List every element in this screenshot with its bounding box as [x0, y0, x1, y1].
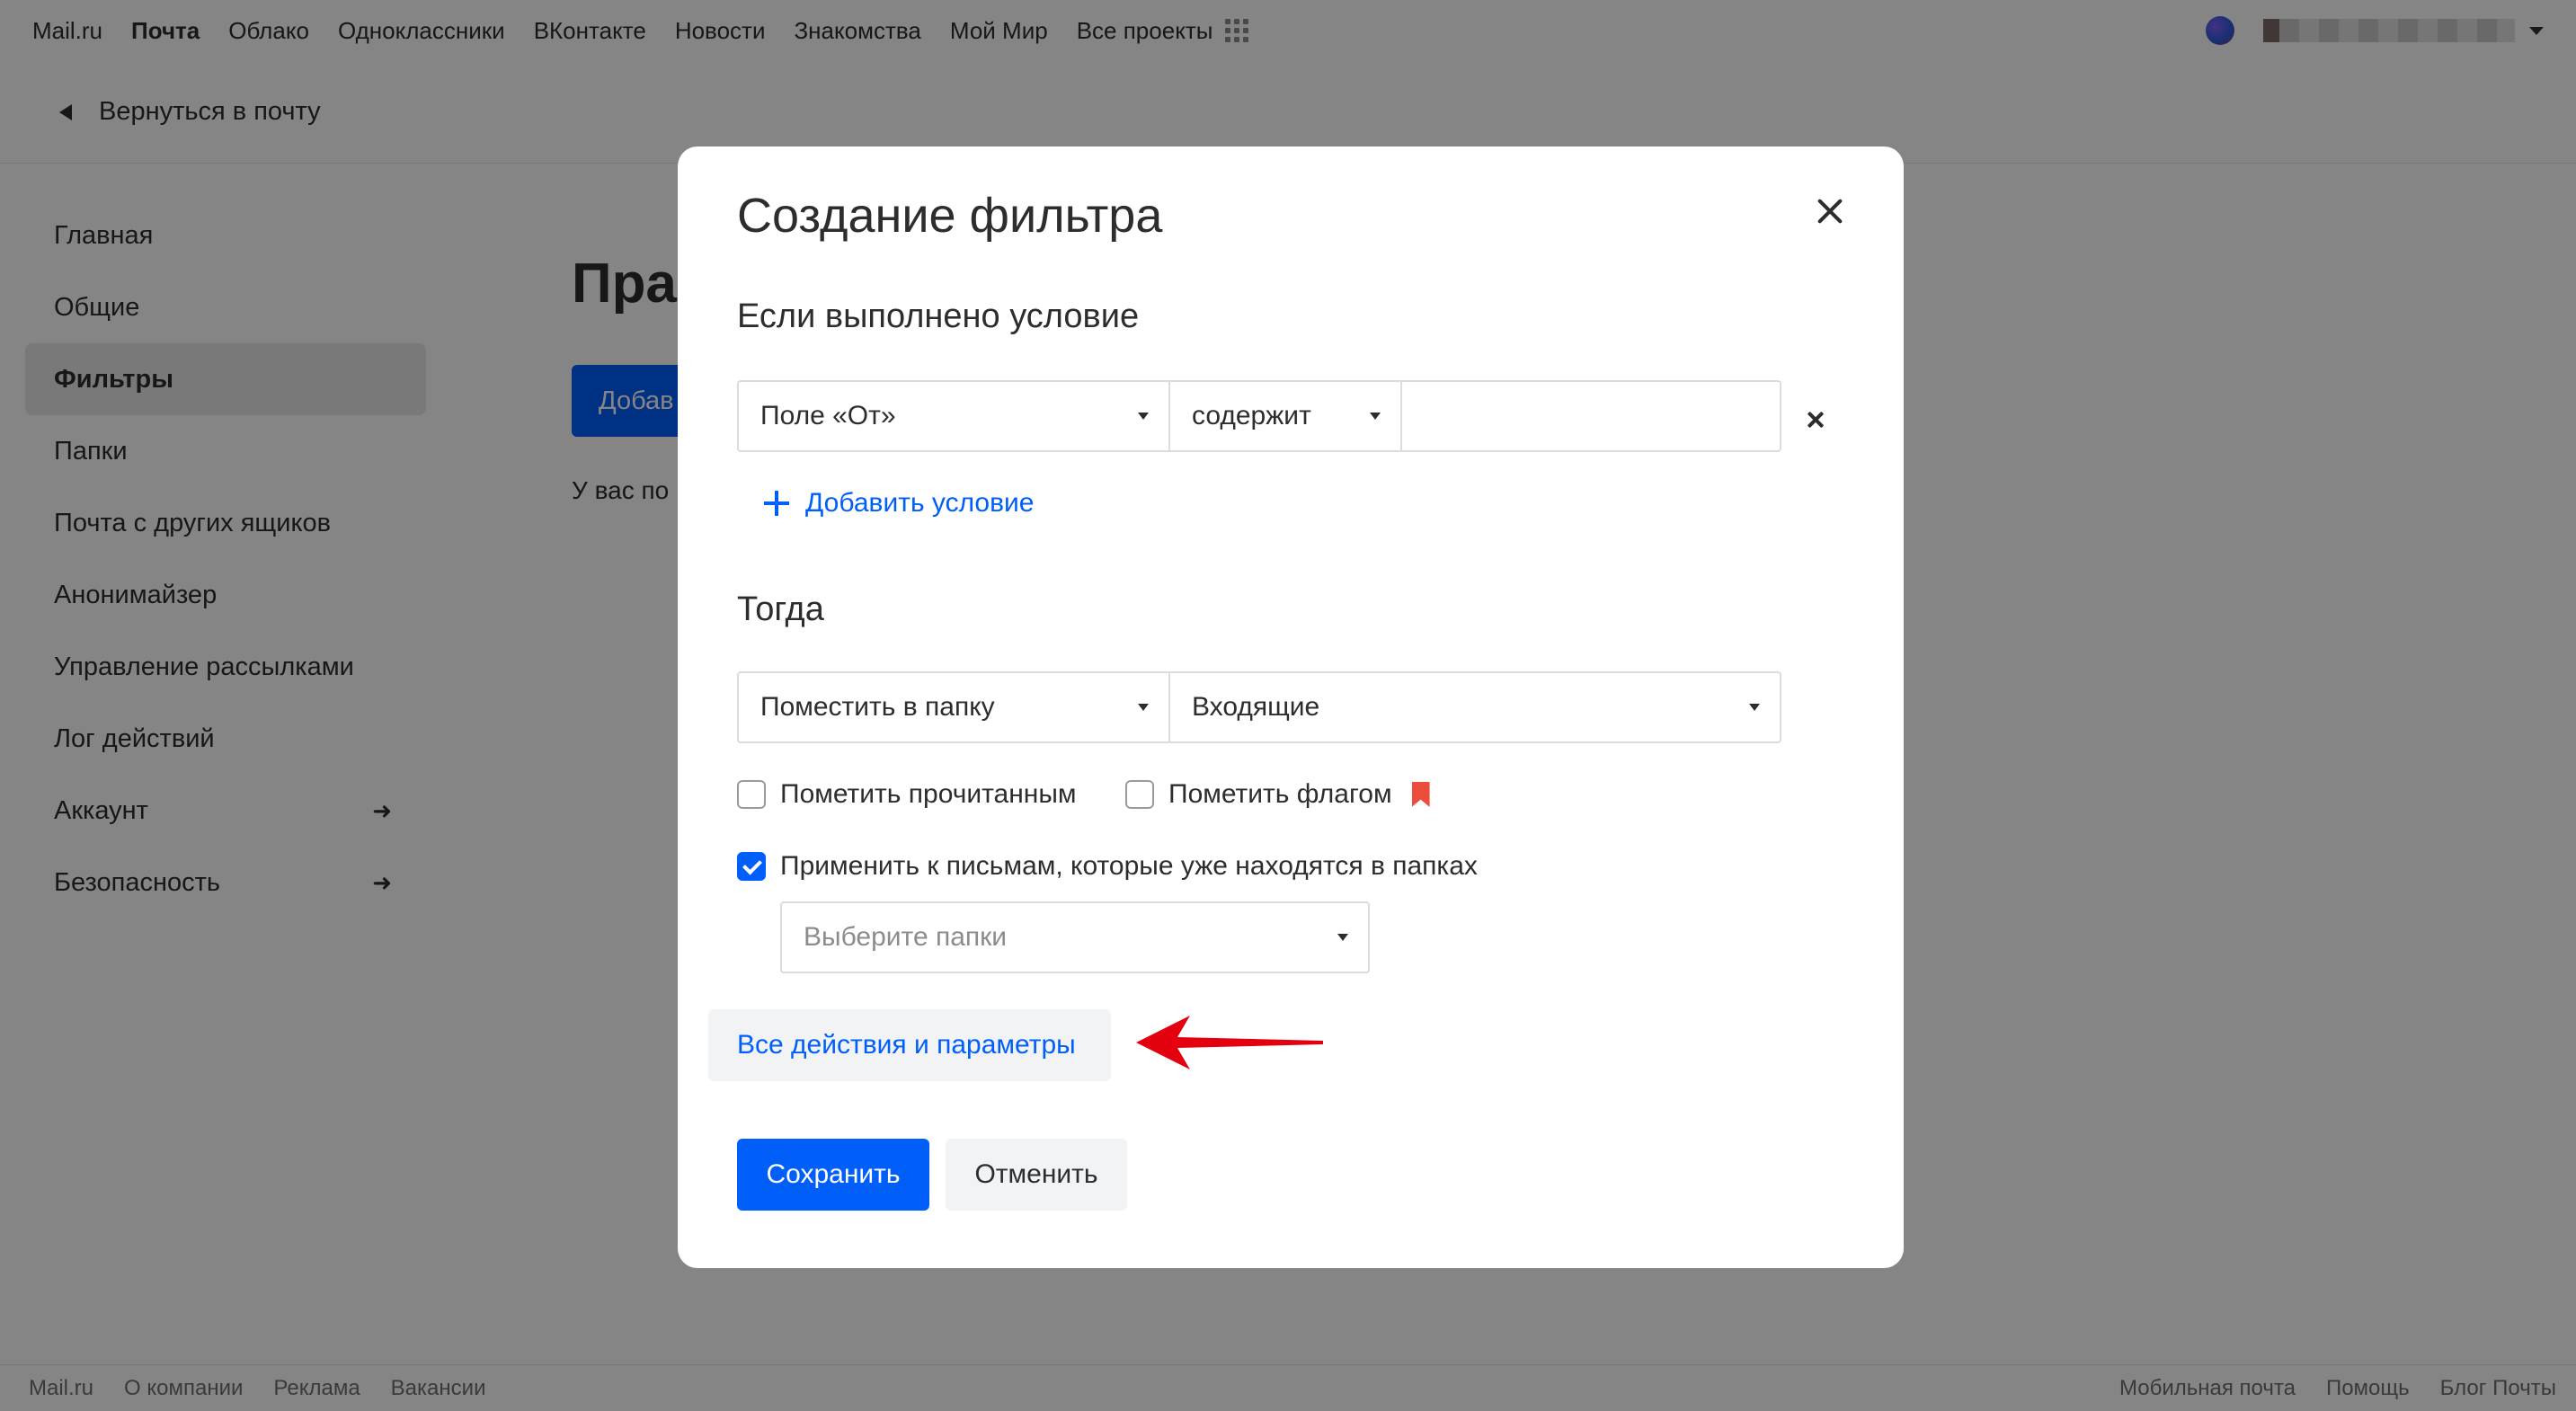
- action-type-value: Поместить в папку: [760, 692, 995, 722]
- remove-condition-icon[interactable]: [1803, 407, 1828, 432]
- apply-existing-label: Применить к письмам, которые уже находят…: [780, 851, 1478, 881]
- cancel-button[interactable]: Отменить: [946, 1139, 1127, 1211]
- mark-read-option[interactable]: Пометить прочитанным: [737, 779, 1077, 810]
- condition-operator-select[interactable]: содержит: [1168, 380, 1402, 452]
- condition-field-select[interactable]: Поле «От»: [737, 380, 1170, 452]
- close-icon[interactable]: [1812, 193, 1848, 229]
- save-button[interactable]: Сохранить: [737, 1139, 929, 1211]
- dialog-title: Создание фильтра: [737, 189, 1163, 243]
- all-actions-button[interactable]: Все действия и параметры: [708, 1009, 1111, 1081]
- plus-icon: [764, 491, 789, 516]
- condition-operator-value: содержит: [1192, 401, 1311, 430]
- mark-flag-checkbox[interactable]: [1125, 780, 1154, 809]
- chevron-down-icon: [1370, 413, 1381, 420]
- chevron-down-icon: [1749, 704, 1760, 711]
- chevron-down-icon: [1138, 704, 1149, 711]
- condition-heading: Если выполнено условие: [737, 297, 1140, 335]
- mark-read-label: Пометить прочитанным: [780, 779, 1077, 809]
- apply-existing-option[interactable]: Применить к письмам, которые уже находят…: [737, 851, 1478, 882]
- mark-flag-label: Пометить флагом: [1168, 779, 1392, 809]
- action-type-select[interactable]: Поместить в папку: [737, 671, 1170, 743]
- then-heading: Тогда: [737, 590, 824, 628]
- add-condition-button[interactable]: Добавить условие: [764, 488, 1035, 519]
- add-condition-label: Добавить условие: [805, 488, 1035, 518]
- action-folder-value: Входящие: [1192, 692, 1320, 722]
- condition-value-input[interactable]: [1400, 380, 1781, 452]
- flag-icon: [1411, 782, 1430, 807]
- annotation-arrow-icon: [1136, 1016, 1323, 1069]
- create-filter-dialog: Создание фильтра Если выполнено условие …: [678, 146, 1904, 1268]
- folders-placeholder: Выберите папки: [804, 922, 1008, 952]
- mark-read-checkbox[interactable]: [737, 780, 766, 809]
- chevron-down-icon: [1138, 413, 1149, 420]
- apply-existing-checkbox[interactable]: [737, 852, 766, 881]
- action-folder-select[interactable]: Входящие: [1168, 671, 1781, 743]
- folders-select[interactable]: Выберите папки: [780, 901, 1370, 973]
- condition-field-value: Поле «От»: [760, 401, 896, 430]
- chevron-down-icon: [1337, 934, 1348, 941]
- mark-flag-option[interactable]: Пометить флагом: [1125, 779, 1430, 810]
